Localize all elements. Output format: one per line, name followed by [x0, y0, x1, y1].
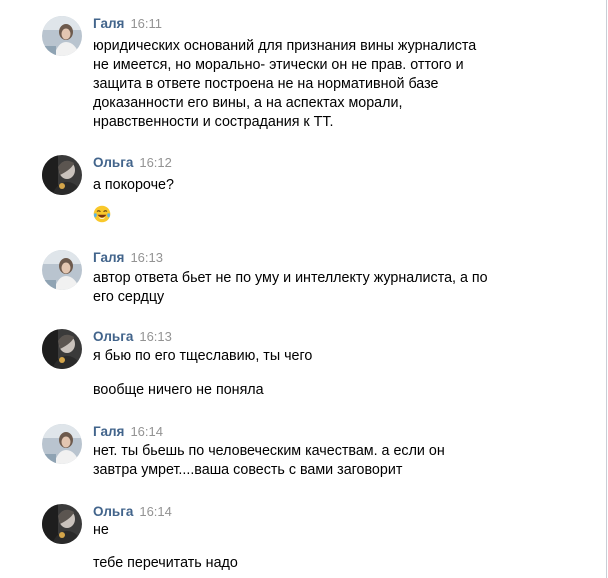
avatar-olga[interactable] [42, 329, 82, 369]
avatar-galya[interactable] [42, 16, 82, 56]
message-text: автор ответа бьет не по уму и интеллекту… [93, 270, 488, 286]
message-text: его сердцу [93, 289, 165, 305]
message-time[interactable]: 16:13 [139, 329, 172, 344]
avatar-galya[interactable] [42, 424, 82, 464]
author-name[interactable]: Ольга [93, 504, 133, 519]
message-header: Ольга 16:12 [93, 155, 172, 171]
avatar-galya[interactable] [42, 250, 82, 290]
chat-history: Галя 16:11 юридических оснований для приз… [0, 0, 607, 578]
avatar-olga[interactable] [42, 155, 82, 195]
message-text: завтра умрет....ваша совесть с вами заго… [93, 462, 403, 478]
message-text: нравственности и сострадания к ТТ. [93, 114, 334, 130]
message-time[interactable]: 16:14 [130, 424, 163, 439]
message-header: Ольга 16:14 [93, 504, 172, 520]
avatar-olga[interactable] [42, 504, 82, 544]
message-text: не [93, 522, 109, 538]
author-name[interactable]: Галя [93, 16, 124, 31]
message-text: я бью по его тщеславию, ты чего [93, 348, 313, 364]
message-time[interactable]: 16:12 [139, 155, 172, 170]
message-text: нет. ты бьешь по человеческим качествам.… [93, 443, 445, 459]
message-time[interactable]: 16:13 [130, 250, 163, 265]
message-time[interactable]: 16:11 [130, 16, 162, 31]
message-text: не имеется, но морально- этически он не … [93, 57, 464, 73]
message-header: Галя 16:14 [93, 424, 163, 440]
author-name[interactable]: Галя [93, 250, 124, 265]
message-text: защита в ответе построена не на норматив… [93, 76, 439, 92]
message-header: Галя 16:13 [93, 250, 163, 266]
message-time[interactable]: 16:14 [139, 504, 172, 519]
author-name[interactable]: Ольга [93, 155, 133, 170]
message-header: Галя 16:11 [93, 16, 162, 32]
face-with-tears-of-joy-emoji [93, 205, 111, 223]
message-header: Ольга 16:13 [93, 329, 172, 345]
author-name[interactable]: Ольга [93, 329, 133, 344]
message-text: доказанности его вины, а на аспектах мор… [93, 95, 403, 111]
message-text: вообще ничего не поняла [93, 382, 264, 398]
message-text: юридических оснований для признания вины… [93, 38, 477, 54]
message-text: тебе перечитать надо [93, 555, 238, 571]
author-name[interactable]: Галя [93, 424, 124, 439]
message-text: а покороче? [93, 177, 174, 193]
